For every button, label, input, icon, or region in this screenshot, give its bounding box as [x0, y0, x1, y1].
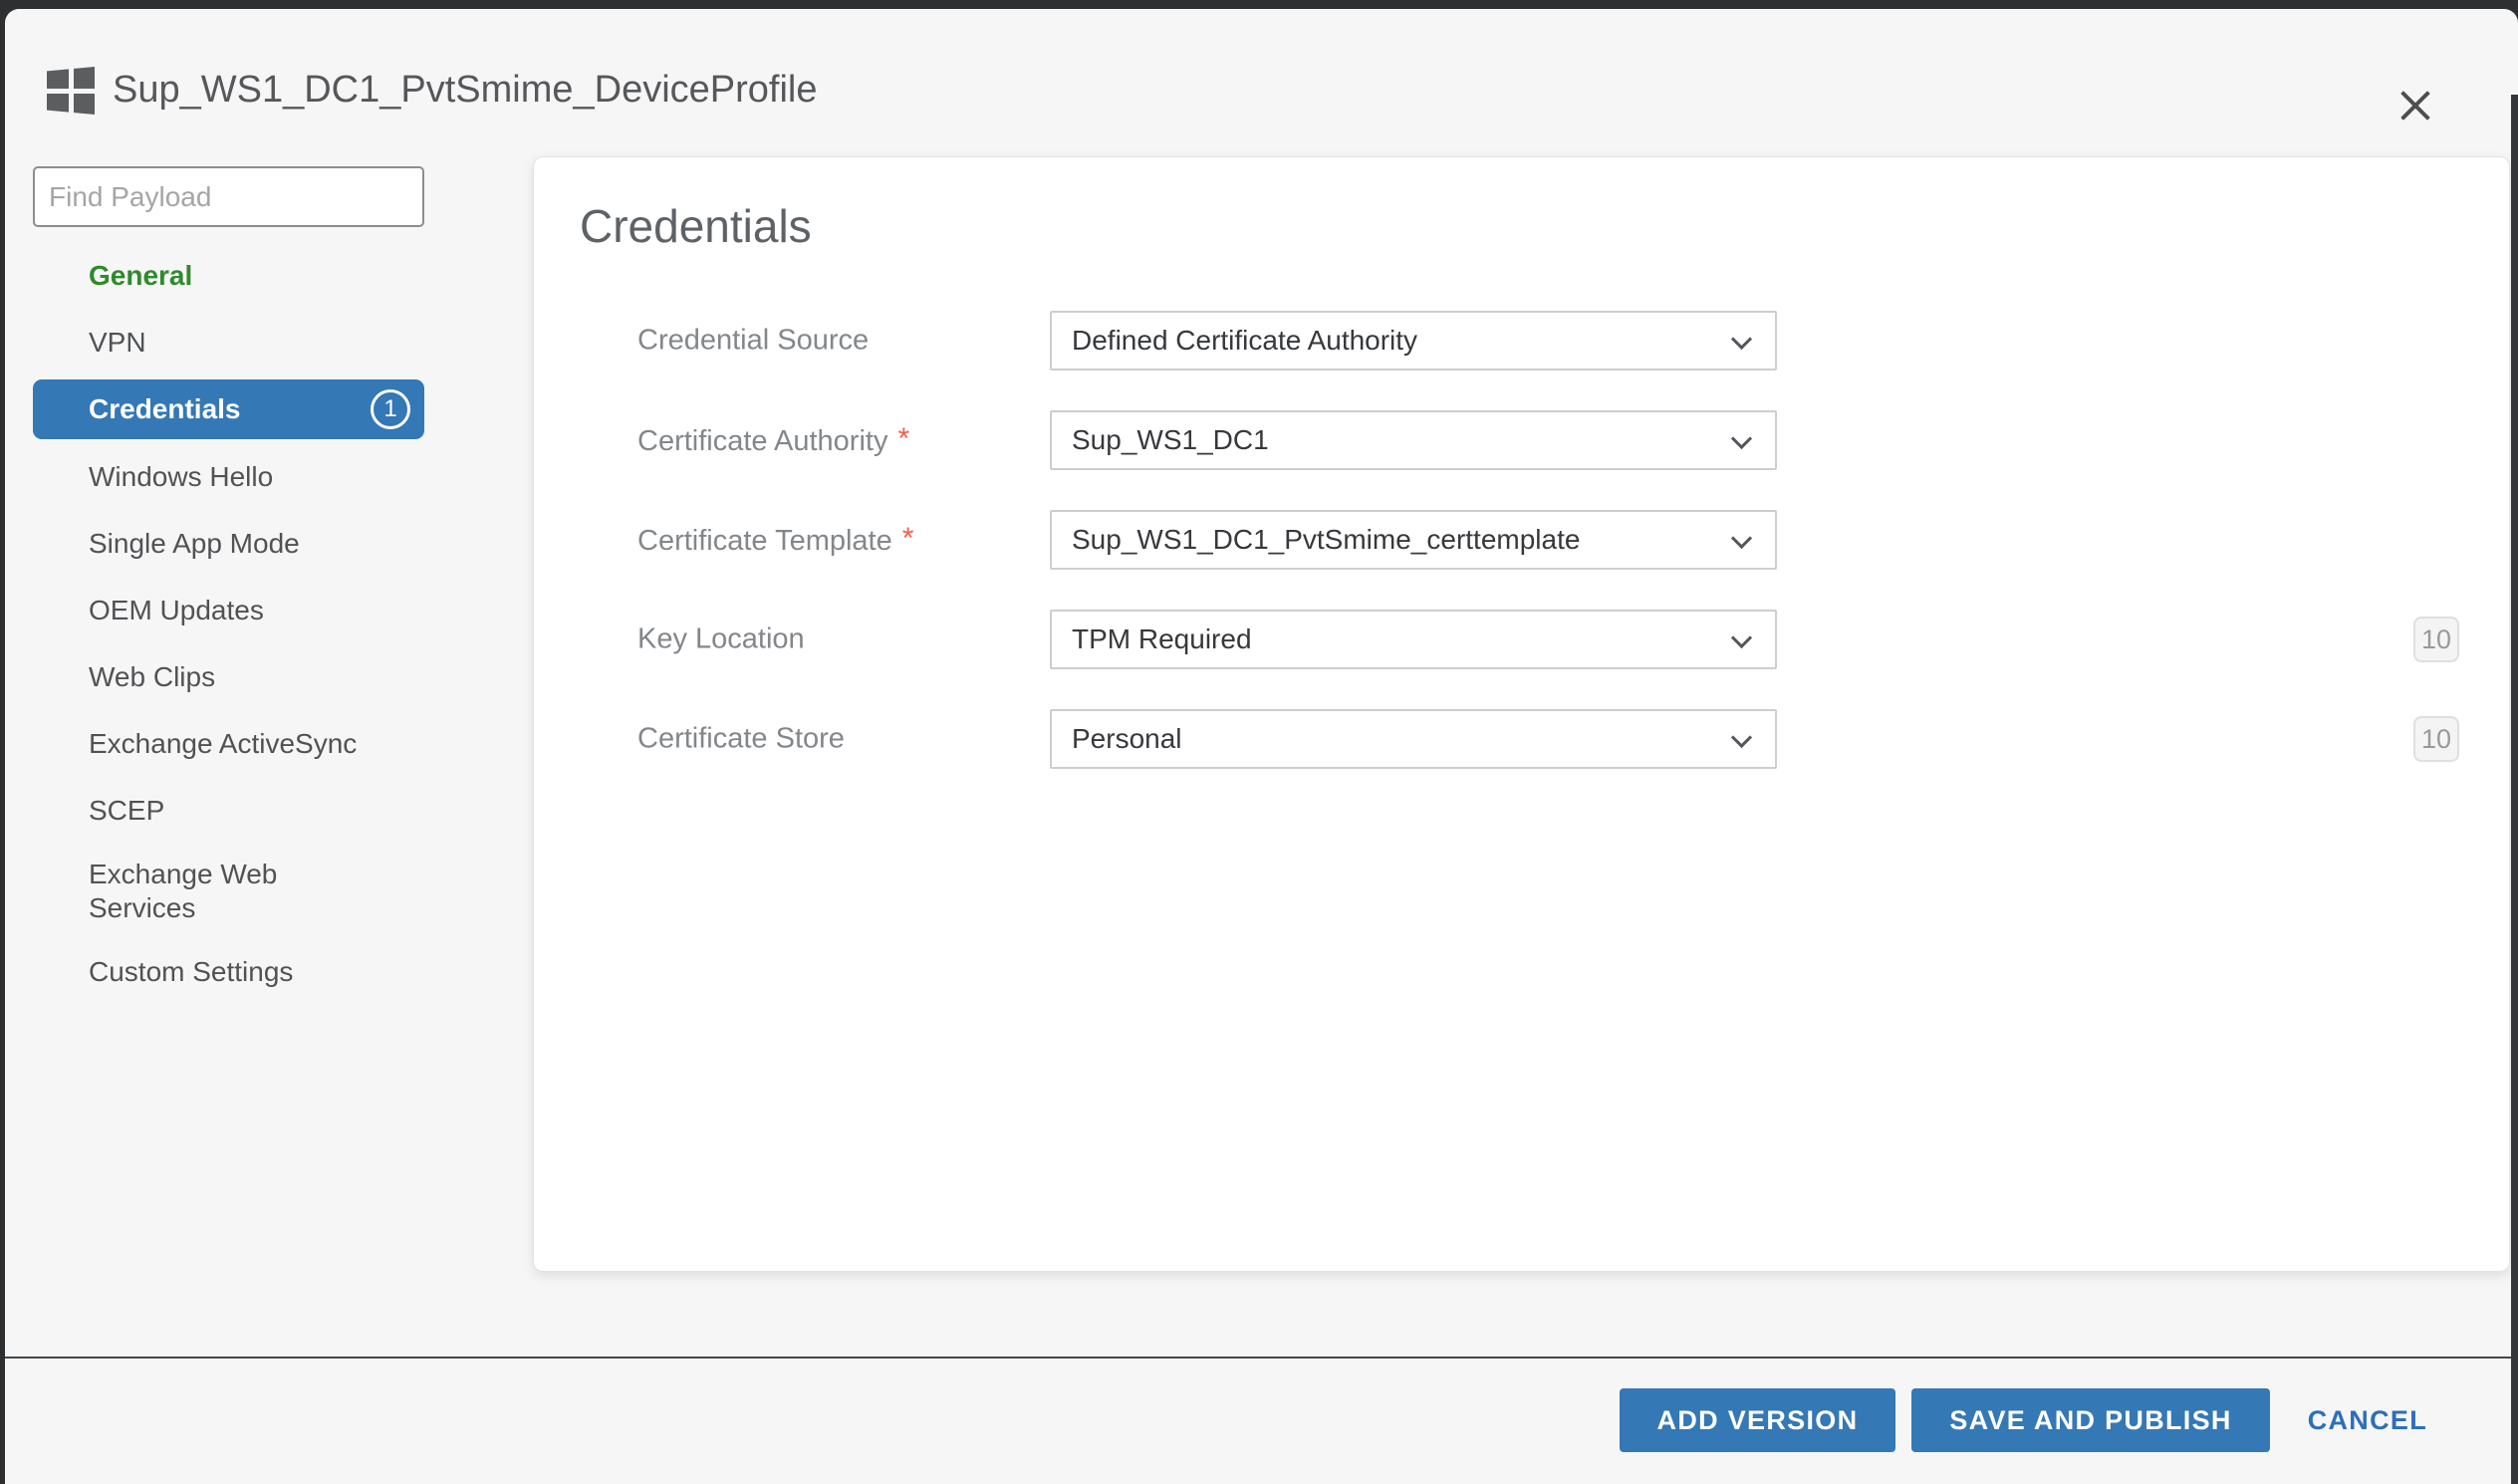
footer-divider: [5, 1357, 2518, 1359]
dialog-title: Sup_WS1_DC1_PvtSmime_DeviceProfile: [113, 65, 818, 115]
footer-actions: ADD VERSION SAVE AND PUBLISH CANCEL: [1620, 1388, 2427, 1452]
credential-source-row: Credential Source Defined Certificate Au…: [534, 291, 2509, 390]
certificate-template-row: Certificate Template* Sup_WS1_DC1_PvtSmi…: [534, 490, 2509, 590]
sidebar-item-custom-settings[interactable]: Custom Settings: [33, 938, 424, 1005]
sidebar-item-single-app-mode[interactable]: Single App Mode: [33, 510, 424, 577]
certificate-store-label: Certificate Store: [637, 723, 845, 756]
credentials-panel: Credentials Credential Source Defined Ce…: [533, 156, 2510, 1272]
dialog-header: Sup_WS1_DC1_PvtSmime_DeviceProfile: [5, 9, 2518, 158]
key-location-label: Key Location: [637, 623, 805, 656]
sidebar-item-scep[interactable]: SCEP: [33, 777, 424, 844]
sidebar-item-vpn[interactable]: VPN: [33, 309, 424, 375]
device-profile-dialog: Sup_WS1_DC1_PvtSmime_DeviceProfile Gener…: [5, 9, 2518, 1484]
search-input[interactable]: [33, 166, 424, 227]
key-location-select[interactable]: TPM Required: [1050, 610, 1777, 669]
sidebar-item-windows-hello[interactable]: Windows Hello: [33, 443, 424, 510]
certificate-template-label: Certificate Template*: [637, 522, 913, 558]
save-and-publish-button[interactable]: SAVE AND PUBLISH: [1911, 1388, 2269, 1452]
sidebar-item-web-clips[interactable]: Web Clips: [33, 643, 424, 710]
key-location-count-badge: 10: [2413, 617, 2459, 662]
certificate-authority-select[interactable]: Sup_WS1_DC1: [1050, 410, 1777, 470]
scrollbar[interactable]: [2511, 95, 2518, 1484]
add-version-button[interactable]: ADD VERSION: [1620, 1388, 1896, 1452]
required-asterisk: *: [897, 422, 909, 455]
credentials-count-badge: 1: [371, 389, 410, 429]
credential-source-select[interactable]: Defined Certificate Authority: [1050, 311, 1777, 371]
credentials-form: Credential Source Defined Certificate Au…: [534, 291, 2509, 789]
chevron-down-icon: [1731, 727, 1752, 748]
panel-heading: Credentials: [580, 199, 812, 253]
chevron-down-icon: [1731, 627, 1752, 648]
chevron-down-icon: [1731, 329, 1752, 350]
chevron-down-icon: [1731, 428, 1752, 449]
credential-source-label: Credential Source: [637, 325, 869, 358]
certificate-authority-row: Certificate Authority* Sup_WS1_DC1: [534, 390, 2509, 490]
certificate-store-count-badge: 10: [2413, 716, 2459, 762]
sidebar-item-credentials[interactable]: Credentials 1: [33, 379, 424, 439]
chevron-down-icon: [1731, 528, 1752, 549]
certificate-store-row: Certificate Store Personal: [534, 689, 2509, 789]
sidebar-item-general[interactable]: General: [33, 242, 424, 309]
close-icon[interactable]: [2391, 81, 2440, 130]
sidebar-item-exchange-activesync[interactable]: Exchange ActiveSync: [33, 710, 424, 777]
cancel-button[interactable]: CANCEL: [2308, 1405, 2427, 1436]
key-location-row: Key Location TPM Required: [534, 590, 2509, 689]
certificate-template-select[interactable]: Sup_WS1_DC1_PvtSmime_certtemplate: [1050, 510, 1777, 570]
payload-nav: General VPN Credentials 1 Windows Hello …: [33, 242, 424, 1005]
required-asterisk: *: [902, 522, 914, 555]
sidebar-item-oem-updates[interactable]: OEM Updates: [33, 577, 424, 643]
certificate-store-select[interactable]: Personal: [1050, 709, 1777, 769]
sidebar-item-exchange-web-services[interactable]: Exchange Web Services: [33, 844, 424, 938]
certificate-authority-label: Certificate Authority*: [637, 422, 909, 458]
windows-icon: [47, 67, 95, 115]
